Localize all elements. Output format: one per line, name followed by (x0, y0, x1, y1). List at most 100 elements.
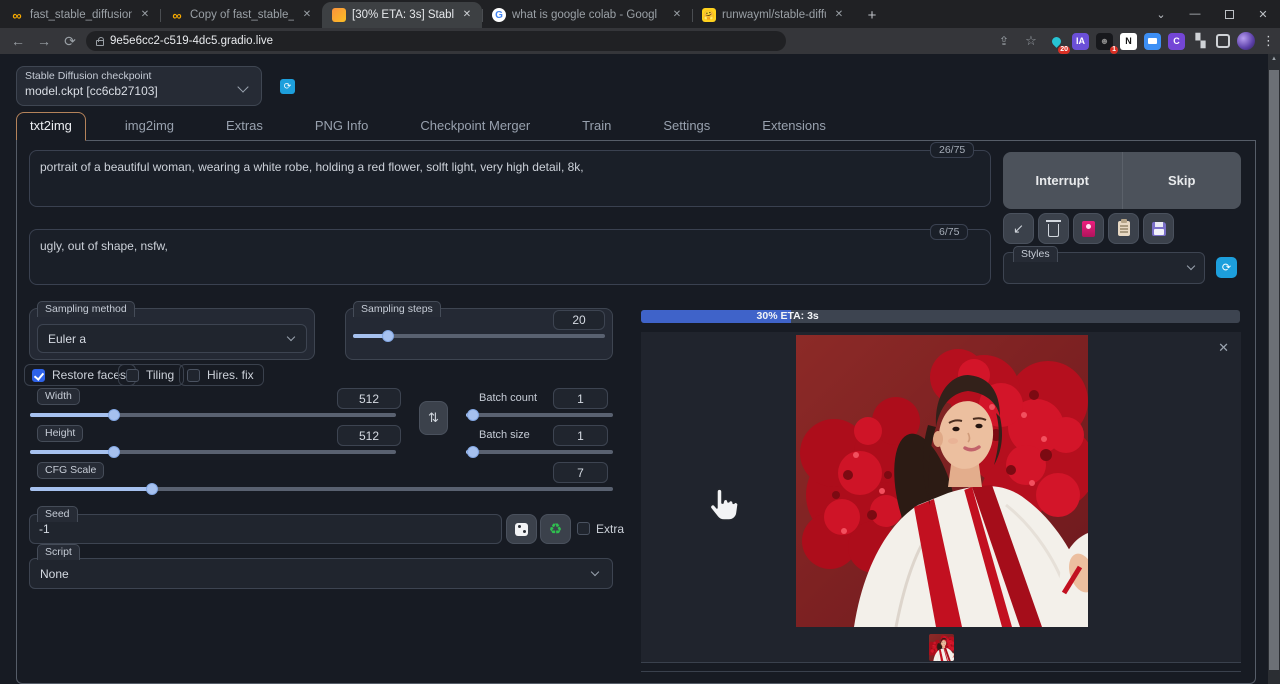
browser-tab-stable-diffusion[interactable]: [30% ETA: 3s] Stable Diffusion ✕ (322, 2, 482, 28)
skip-button[interactable]: Skip (1122, 152, 1242, 209)
browser-toolbar: ← → ⟳ 9e5e6cc2-c519-4dc5.gradio.live ⇪ ☆… (0, 28, 1280, 54)
paste-params-button[interactable]: ↙ (1003, 213, 1034, 244)
hires-fix-checkbox[interactable]: Hires. fix (179, 364, 264, 386)
generated-image-preview[interactable] (796, 335, 1088, 627)
slider-knob[interactable] (382, 330, 394, 342)
checkbox-icon[interactable] (126, 369, 139, 382)
tab-checkpoint-merger[interactable]: Checkpoint Merger (407, 113, 543, 140)
reuse-seed-button[interactable]: ♻ (540, 514, 571, 544)
extra-networks-button[interactable] (1073, 213, 1104, 244)
browser-tab-colab-2[interactable]: ∞ Copy of fast_stable_diffusion_ ✕ (160, 2, 322, 28)
slider-knob[interactable] (108, 409, 120, 421)
back-icon[interactable]: ← (8, 33, 28, 49)
extension-purple-icon[interactable]: C (1168, 33, 1185, 50)
tab-extras[interactable]: Extras (213, 113, 276, 140)
extension-pin-icon[interactable]: 20 (1048, 33, 1065, 50)
height-label: Height (37, 425, 83, 442)
reload-icon[interactable]: ⟳ (60, 33, 80, 50)
window-close-button[interactable]: ✕ (1246, 0, 1280, 28)
swap-dimensions-button[interactable]: ⇅ (419, 401, 448, 435)
gallery-close-icon[interactable]: ✕ (1218, 340, 1229, 356)
gallery-thumbnail[interactable] (929, 634, 954, 661)
tab-close-icon[interactable]: ✕ (138, 8, 152, 22)
gradio-icon (332, 8, 346, 22)
height-slider[interactable] (30, 446, 396, 458)
clear-prompt-button[interactable] (1038, 213, 1069, 244)
save-style-button[interactable] (1143, 213, 1174, 244)
prompt-tool-buttons: ↙ (1003, 213, 1174, 244)
url-text[interactable]: 9e5e6cc2-c519-4dc5.gradio.live (110, 35, 273, 47)
script-dropdown[interactable]: None (29, 558, 613, 589)
extension-notion-icon[interactable]: N (1120, 33, 1137, 50)
seed-extra-label: Extra (596, 522, 624, 536)
height-input[interactable] (337, 425, 401, 446)
batch-size-input[interactable] (553, 425, 608, 446)
tab-settings[interactable]: Settings (650, 113, 723, 140)
cfg-scale-slider[interactable] (30, 483, 613, 495)
sampling-method-dropdown[interactable]: Euler a (37, 324, 307, 353)
slider-track[interactable] (466, 450, 613, 454)
tab-close-icon[interactable]: ✕ (832, 8, 846, 22)
tab-close-icon[interactable]: ✕ (300, 8, 314, 22)
recycle-icon: ♻ (549, 520, 562, 538)
width-input[interactable] (337, 388, 401, 409)
tab-txt2img[interactable]: txt2img (16, 112, 86, 141)
sampling-steps-input[interactable] (553, 310, 605, 330)
checkbox-checked-icon[interactable] (32, 369, 45, 382)
slider-knob[interactable] (108, 446, 120, 458)
page-scrollbar[interactable]: ▲ (1268, 54, 1280, 684)
negative-prompt-textarea[interactable]: ugly, out of shape, nsfw, (29, 229, 991, 285)
checkbox-icon[interactable] (187, 369, 200, 382)
extensions-puzzle-icon[interactable]: ▚ (1192, 33, 1209, 50)
checkpoint-dropdown[interactable]: Stable Diffusion checkpoint model.ckpt [… (16, 66, 262, 106)
tab-extensions[interactable]: Extensions (749, 113, 839, 140)
sidebar-toggle-icon[interactable] (1216, 34, 1230, 48)
refresh-styles-button[interactable]: ⟳ (1216, 257, 1237, 278)
browser-tab-colab-1[interactable]: ∞ fast_stable_diffusion_AUTOMA ✕ (0, 2, 160, 28)
interrupt-button[interactable]: Interrupt (1003, 152, 1122, 209)
new-tab-button[interactable]: + (860, 3, 884, 27)
width-slider[interactable] (30, 409, 396, 421)
address-bar[interactable]: 9e5e6cc2-c519-4dc5.gradio.live (86, 31, 786, 51)
random-seed-button[interactable] (506, 514, 537, 544)
browser-tab-google-search[interactable]: G what is google colab - Googl ✕ (482, 2, 692, 28)
extension-dark-icon[interactable]: ☻1 (1096, 33, 1113, 50)
window-minimize-button[interactable]: — (1178, 0, 1212, 28)
tab-close-icon[interactable]: ✕ (460, 8, 474, 22)
window-maximize-button[interactable] (1212, 0, 1246, 28)
batch-count-input[interactable] (553, 388, 608, 409)
tab-png-info[interactable]: PNG Info (302, 113, 381, 140)
slider-track[interactable] (466, 413, 613, 417)
extension-blue-icon[interactable] (1144, 33, 1161, 50)
profile-avatar[interactable] (1237, 32, 1255, 50)
browser-menu-icon[interactable]: ⋮ (1262, 33, 1272, 49)
dice-icon (515, 523, 528, 536)
slider-knob[interactable] (467, 409, 479, 421)
slider-knob[interactable] (146, 483, 158, 495)
share-icon[interactable]: ⇪ (994, 34, 1014, 48)
extension-ia-icon[interactable]: IA (1072, 33, 1089, 50)
batch-size-slider[interactable] (466, 446, 613, 458)
refresh-icon: ⟳ (1222, 261, 1231, 274)
tab-train[interactable]: Train (569, 113, 624, 140)
forward-icon[interactable]: → (34, 33, 54, 49)
maximize-icon (1225, 10, 1234, 19)
seed-input[interactable] (29, 514, 502, 544)
tiling-checkbox[interactable]: Tiling (118, 364, 184, 386)
apply-style-button[interactable] (1108, 213, 1139, 244)
scrollbar-thumb[interactable] (1269, 70, 1279, 670)
scrollbar-up-icon[interactable]: ▲ (1268, 56, 1280, 62)
browser-tab-huggingface[interactable]: 🤗 runwayml/stable-diffusion-v1 ✕ (692, 2, 854, 28)
extension-badge: 20 (1058, 46, 1070, 54)
tab-search-chevron-icon[interactable]: ⌄ (1144, 0, 1178, 28)
batch-count-slider[interactable] (466, 409, 613, 421)
sampling-steps-slider[interactable] (353, 330, 605, 342)
tab-img2img[interactable]: img2img (112, 113, 187, 140)
seed-extra-checkbox[interactable] (577, 522, 590, 535)
slider-knob[interactable] (467, 446, 479, 458)
bookmark-star-icon[interactable]: ☆ (1021, 33, 1041, 49)
refresh-checkpoints-button[interactable]: ⟳ (280, 79, 295, 94)
tab-close-icon[interactable]: ✕ (670, 8, 684, 22)
prompt-textarea[interactable]: portrait of a beautiful woman, wearing a… (29, 150, 991, 207)
cfg-scale-input[interactable] (553, 462, 608, 483)
